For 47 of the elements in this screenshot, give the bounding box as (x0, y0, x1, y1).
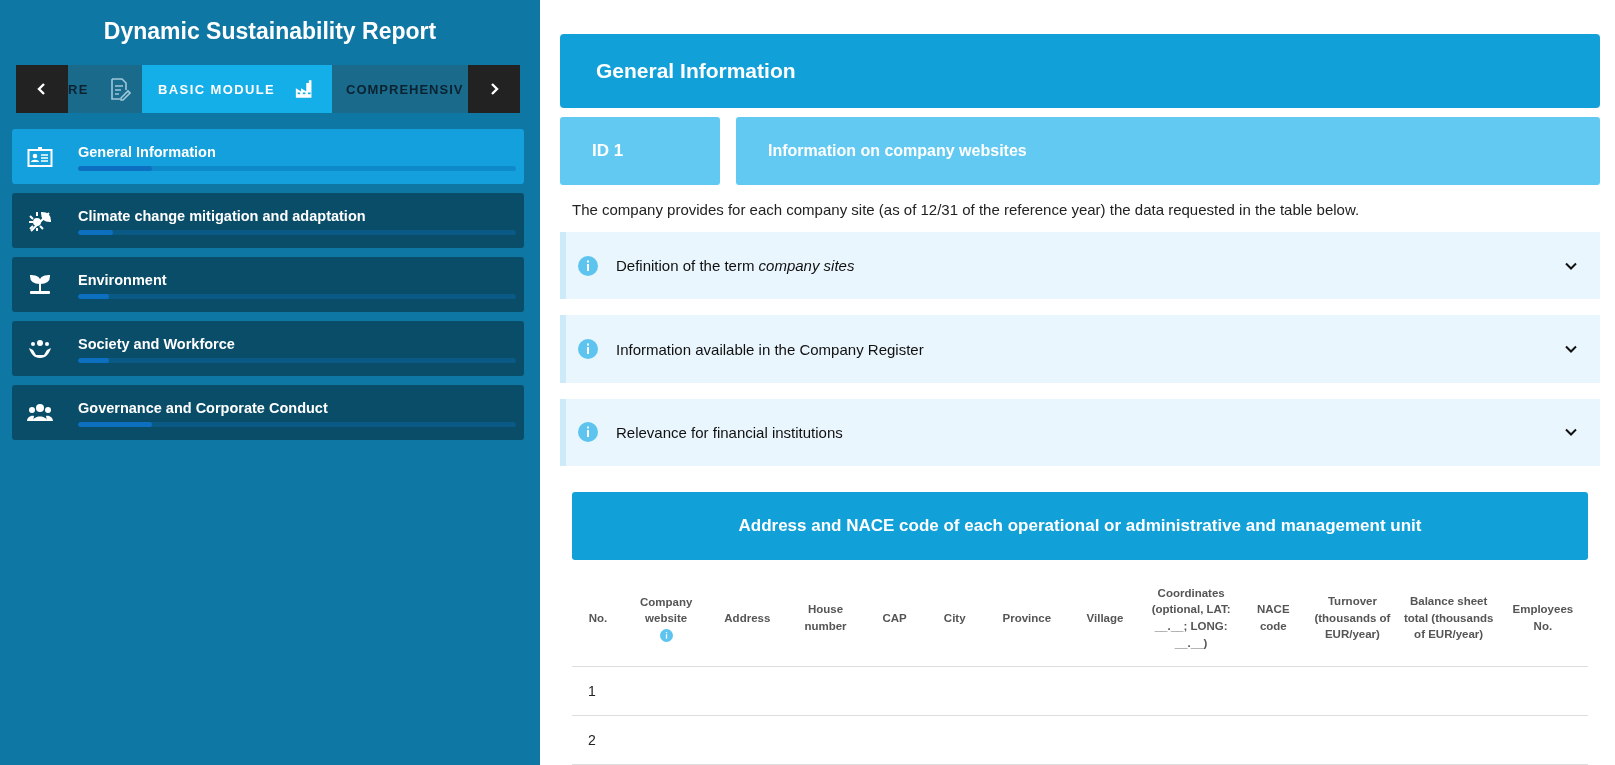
column-header: Company website (638, 594, 694, 627)
column-header: No. (588, 610, 608, 626)
column-header: Coordinates (optional, LAT: __.__; LONG: __.__) (1150, 585, 1232, 651)
sidebar-item[interactable]: Climate change mitigation and adaptation (12, 193, 524, 248)
next-button[interactable] (468, 65, 520, 113)
column-header: Turnover (thousands of EUR/year) (1313, 593, 1392, 643)
column-header: Village (1086, 610, 1124, 626)
sidebar-item-label: Society and Workforce (78, 336, 235, 352)
section-title: General Information (596, 59, 796, 84)
info-icon (578, 255, 598, 276)
row-number: 2 (588, 732, 596, 748)
previous-button[interactable] (16, 65, 68, 113)
row-number: 1 (588, 683, 596, 699)
info-accordion[interactable]: Information available in the Company Register (560, 315, 1600, 383)
group-icon (27, 402, 53, 423)
sidebar-item-label: General Information (78, 144, 216, 160)
info-accordion[interactable]: Relevance for financial institutions (560, 398, 1600, 466)
column-header: CAP (882, 610, 907, 626)
column-header: NACE code (1256, 602, 1291, 634)
sprout-icon (28, 273, 52, 296)
column-header: Province (1002, 610, 1052, 626)
info-icon (578, 422, 598, 443)
accordion-title: Definition of the term company sites (616, 257, 856, 275)
app-title: Dynamic Sustainability Report (103, 18, 437, 45)
column-header: Employees No. (1511, 602, 1575, 634)
table-title: Address and NACE code of each operational or administrative and management unit (738, 516, 1422, 536)
sidebar-item[interactable]: Environment (12, 257, 524, 312)
column-header: Balance sheet total (thousands of EUR/year) (1403, 593, 1494, 643)
sidebar-item[interactable]: Society and Workforce (12, 321, 524, 376)
column-header: House number (803, 602, 848, 634)
sidebar-item-label: Climate change mitigation and adaptation (78, 208, 366, 224)
info-icon[interactable] (659, 629, 673, 643)
id-label: ID 1 (592, 141, 624, 162)
info-accordion[interactable]: Definition of the term company sites (560, 232, 1600, 300)
subtitle: Information on company websites (768, 142, 1027, 161)
document-edit-icon (108, 77, 131, 101)
sidebar-item[interactable]: Governance and Corporate Conduct (12, 385, 524, 440)
accordion-title: Relevance for financial institutions (616, 423, 844, 441)
column-header: Address (724, 610, 771, 626)
column-header: City (943, 610, 966, 626)
info-icon (578, 339, 598, 360)
sidebar-item-label: Governance and Corporate Conduct (78, 400, 328, 416)
sidebar-item-label: Environment (78, 272, 167, 288)
id-card-icon (27, 145, 53, 168)
accordion-title: Information available in the Company Register (616, 340, 925, 358)
description: The company provides for each company site (as of 12/31 of the reference year) the data requested in the table below. (572, 201, 1361, 219)
helping-hands-icon (28, 337, 52, 360)
